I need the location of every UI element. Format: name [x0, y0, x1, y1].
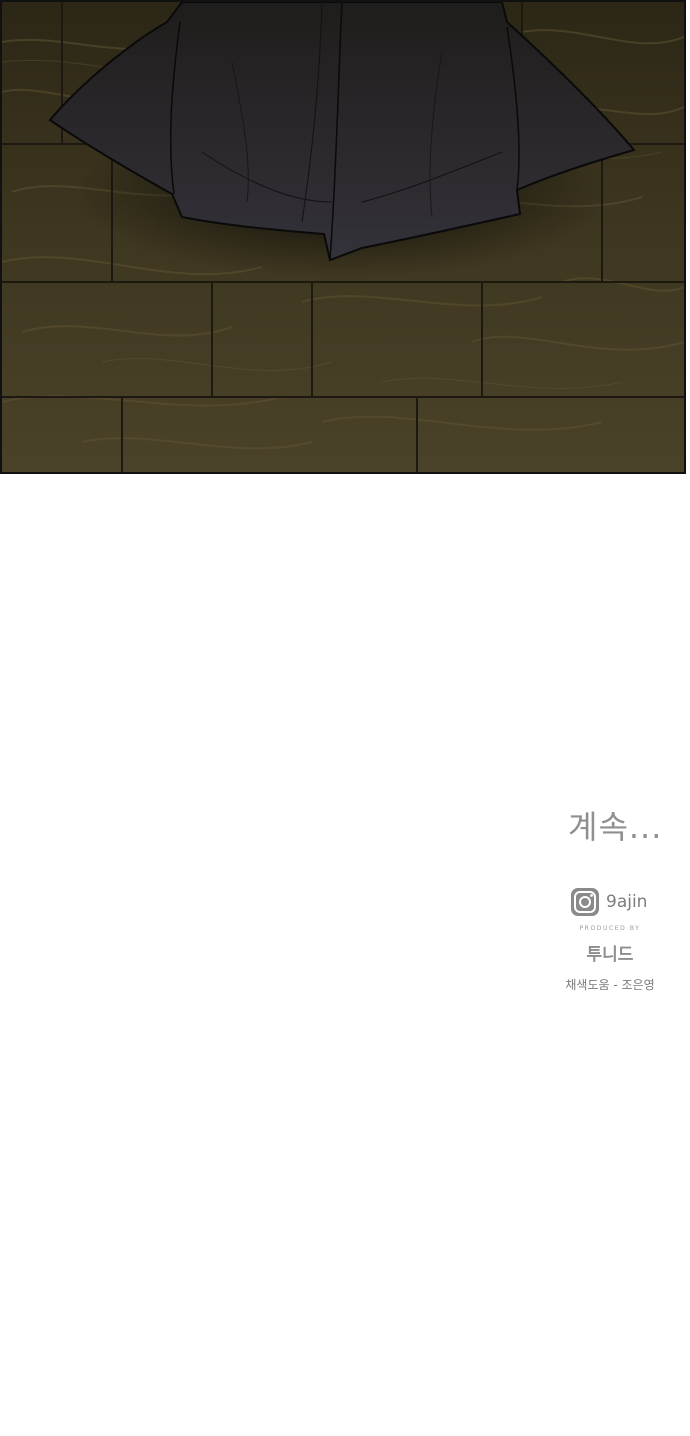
instagram-icon	[571, 888, 599, 916]
continued-text: 계속...	[568, 808, 663, 846]
produced-by-label: PRODUCED BY	[579, 925, 641, 932]
comic-panel	[0, 0, 686, 474]
panel-illustration	[2, 2, 684, 472]
instagram-credit: 9ajin	[570, 887, 647, 917]
coloring-credit: 채색도움 - 조은영	[565, 978, 655, 992]
studio-logo: 투니드	[586, 945, 634, 965]
instagram-handle: 9ajin	[606, 892, 648, 912]
